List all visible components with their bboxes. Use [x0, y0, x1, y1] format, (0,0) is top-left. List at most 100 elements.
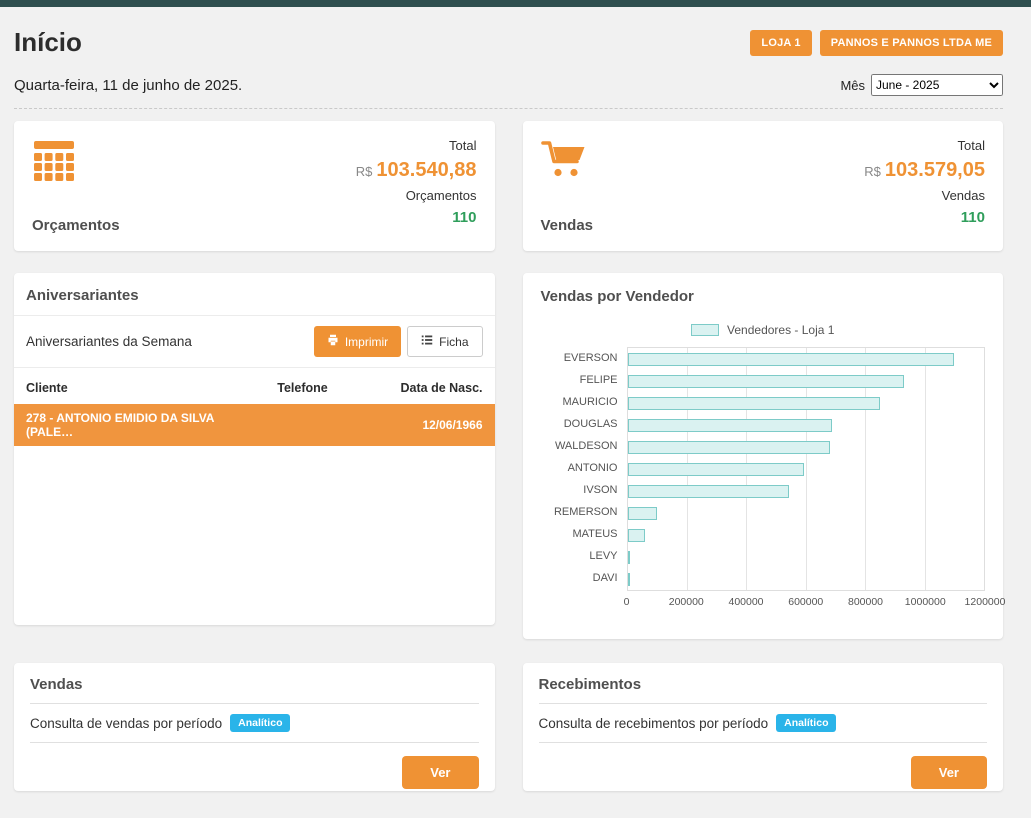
current-date-text: Quarta-feira, 11 de junho de 2025. [14, 77, 242, 94]
month-select[interactable]: June - 2025 [871, 74, 1003, 96]
birthdays-toolbar: Aniversariantes da Semana Imprimir [14, 316, 495, 368]
chart-bar [628, 375, 904, 388]
budgets-stat-card: Orçamentos Total R$103.540,88 Orçamentos… [14, 121, 495, 251]
budgets-total-value: R$103.540,88 [356, 159, 477, 182]
shopping-cart-icon [541, 138, 594, 185]
sales-label: Vendas [541, 217, 594, 234]
chart-bar [628, 463, 805, 476]
top-accent-bar [0, 0, 1031, 7]
x-axis-tick-labels: 020000040000060000080000010000001200000 [627, 591, 986, 611]
chart-bar-row [628, 524, 985, 546]
legend-label: Vendedores - Loja 1 [727, 323, 834, 337]
receipts-report-footer: Ver [539, 756, 988, 789]
chart-bar-row [628, 546, 985, 568]
chart-bar [628, 419, 833, 432]
chart-category-label: LEVY [541, 545, 627, 567]
chart-category-label: MATEUS [541, 523, 627, 545]
divider [30, 742, 479, 743]
calculator-icon [32, 138, 120, 187]
cell-data-nasc: 12/06/1966 [358, 418, 483, 432]
sales-count: 110 [864, 209, 985, 226]
seller-chart-title: Vendas por Vendedor [541, 288, 986, 305]
record-button-label: Ficha [439, 335, 468, 349]
chart-category-label: IVSON [541, 479, 627, 501]
budgets-count: 110 [356, 209, 477, 226]
analytic-badge: Analítico [776, 714, 836, 732]
chart-xtick-label: 1000000 [905, 596, 946, 608]
sales-stat-values: Total R$103.579,05 Vendas 110 [864, 138, 985, 234]
receipts-view-button[interactable]: Ver [911, 756, 987, 789]
chart-bar-row [628, 436, 985, 458]
birthdays-title: Aniversariantes [26, 287, 483, 304]
chart-bar-row [628, 568, 985, 590]
chart-xtick-label: 600000 [788, 596, 823, 608]
divider [539, 742, 988, 743]
chart-bar-row [628, 392, 985, 414]
print-button-label: Imprimir [345, 335, 388, 349]
chart-bar [628, 397, 881, 410]
chart-xtick-label: 400000 [728, 596, 763, 608]
currency-symbol: R$ [356, 164, 373, 179]
divider [30, 703, 479, 704]
receipts-report-title: Recebimentos [539, 676, 988, 693]
seller-chart-card: Vendas por Vendedor Vendedores - Loja 1 … [523, 273, 1004, 639]
sales-stat-card: Vendas Total R$103.579,05 Vendas 110 [523, 121, 1004, 251]
page-title: Início [14, 27, 82, 58]
divider [539, 703, 988, 704]
birthdays-card-header: Aniversariantes [14, 273, 495, 316]
sales-view-button[interactable]: Ver [402, 756, 478, 789]
chart-category-label: DAVI [541, 567, 627, 589]
budgets-label: Orçamentos [32, 217, 120, 234]
chart-category-label: ANTONIO [541, 457, 627, 479]
chart-bar [628, 551, 631, 564]
chart-xtick-label: 0 [624, 596, 630, 608]
column-telefone: Telefone [248, 381, 358, 395]
chart-xtick-label: 200000 [669, 596, 704, 608]
chart-bar-row [628, 414, 985, 436]
cell-cliente: 278 - ANTONIO EMIDIO DA SILVA (PALE… [26, 411, 248, 439]
chart-body: EVERSONFELIPEMAURICIODOUGLASWALDESONANTO… [541, 347, 986, 591]
currency-symbol: R$ [864, 164, 881, 179]
chart-category-label: MAURICIO [541, 391, 627, 413]
chart-bar [628, 441, 830, 454]
chart-bar [628, 353, 955, 366]
record-button[interactable]: Ficha [407, 326, 482, 357]
sales-report-footer: Ver [30, 756, 479, 789]
store-badge-button[interactable]: LOJA 1 [750, 30, 811, 56]
sales-report-card: Vendas Consulta de vendas por período An… [14, 663, 495, 791]
chart-bar-row [628, 348, 985, 370]
chart-bar [628, 485, 790, 498]
chart-y-axis-labels: EVERSONFELIPEMAURICIODOUGLASWALDESONANTO… [541, 347, 627, 591]
birthdays-subtitle: Aniversariantes da Semana [26, 334, 192, 349]
chart-plot-area [627, 347, 986, 591]
sales-stat-left: Vendas [541, 138, 594, 234]
bottom-row: Vendas Consulta de vendas por período An… [14, 663, 1003, 791]
analytic-badge: Analítico [230, 714, 290, 732]
birthday-table-row[interactable]: 278 - ANTONIO EMIDIO DA SILVA (PALE… 12/… [14, 404, 495, 446]
print-button[interactable]: Imprimir [314, 326, 401, 357]
header-badges: LOJA 1 PANNOS E PANNOS LTDA ME [750, 30, 1003, 56]
sales-count-label: Vendas [864, 188, 985, 203]
chart-xtick-label: 800000 [848, 596, 883, 608]
chart-bar-row [628, 370, 985, 392]
month-label: Mês [840, 78, 865, 93]
legend-color-swatch [691, 324, 719, 336]
date-row: Quarta-feira, 11 de junho de 2025. Mês J… [14, 74, 1003, 109]
birthdays-table-header: Cliente Telefone Data de Nasc. [14, 368, 495, 404]
budgets-stat-values: Total R$103.540,88 Orçamentos 110 [356, 138, 477, 234]
receipts-report-description: Consulta de recebimentos por período [539, 716, 769, 731]
chart-category-label: REMERSON [541, 501, 627, 523]
month-filter: Mês June - 2025 [840, 74, 1003, 96]
receipts-report-description-row: Consulta de recebimentos por período Ana… [539, 714, 988, 732]
chart-bar [628, 529, 646, 542]
page-container: Início LOJA 1 PANNOS E PANNOS LTDA ME Qu… [0, 7, 1031, 791]
sales-total-label: Total [864, 138, 985, 153]
company-badge-button[interactable]: PANNOS E PANNOS LTDA ME [820, 30, 1003, 56]
sales-report-title: Vendas [30, 676, 479, 693]
chart-bars [628, 348, 985, 590]
budgets-total-label: Total [356, 138, 477, 153]
header: Início LOJA 1 PANNOS E PANNOS LTDA ME [14, 27, 1003, 58]
x-axis-spacer [541, 591, 627, 611]
sales-report-description-row: Consulta de vendas por período Analítico [30, 714, 479, 732]
printer-icon [327, 334, 339, 349]
